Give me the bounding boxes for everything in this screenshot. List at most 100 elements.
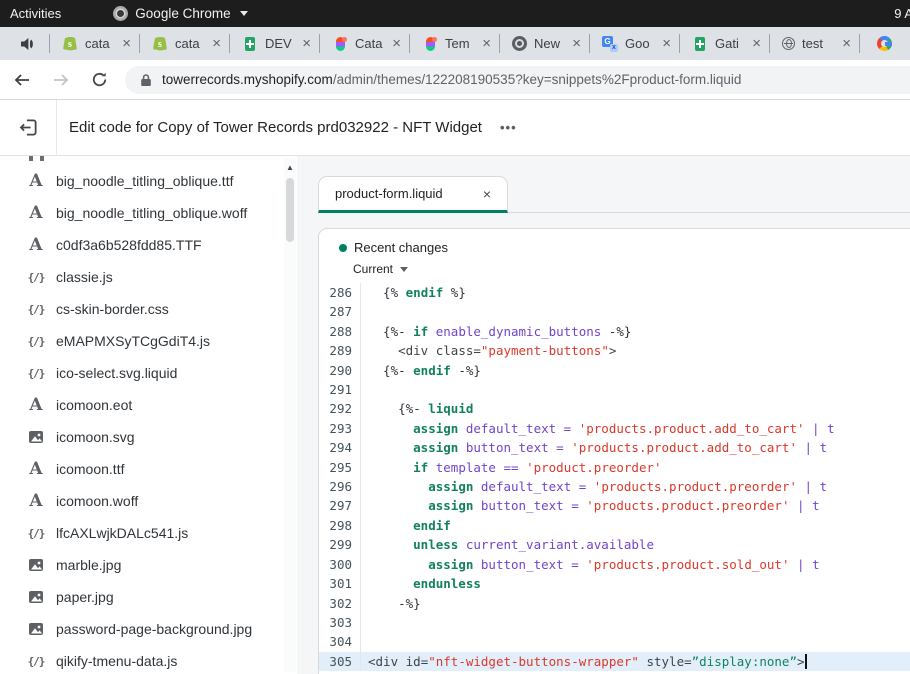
line-number[interactable]: 299 — [319, 535, 361, 554]
sheets-favicon — [692, 36, 708, 52]
code-line[interactable]: 295 if template == 'product.preorder' — [319, 458, 910, 477]
code-line[interactable]: 304 — [319, 632, 910, 651]
editor-tab-product-form[interactable]: product-form.liquid × — [318, 176, 508, 213]
file-item[interactable]: {/}ico-select.svg.liquid — [0, 357, 297, 389]
app-menu[interactable]: Google Chrome — [113, 6, 247, 21]
code-line[interactable]: 297 assign button_text = 'products.produ… — [319, 496, 910, 515]
tab-close-button[interactable]: × — [752, 36, 761, 51]
file-item[interactable]: Aicomoon.eot — [0, 389, 297, 421]
file-item[interactable]: {/}eMAPMXSyTCgGdiT4.js — [0, 325, 297, 357]
file-item[interactable]: password-page-background.jpg — [0, 613, 297, 645]
code-line[interactable]: 289 <div class="payment-buttons"> — [319, 341, 910, 360]
line-number[interactable]: 287 — [319, 302, 361, 321]
code-line[interactable]: 302 -%} — [319, 594, 910, 613]
line-number[interactable]: 300 — [319, 555, 361, 574]
tab-title: cata — [175, 36, 205, 51]
browser-tab[interactable]: Goo× — [589, 27, 679, 60]
line-number[interactable]: 305 — [319, 652, 361, 671]
reload-button[interactable] — [91, 71, 108, 88]
more-options-button[interactable]: ••• — [500, 120, 517, 135]
forward-button[interactable] — [52, 71, 70, 89]
tab-close-button[interactable]: × — [662, 36, 671, 51]
scroll-up-arrow-icon[interactable]: ▲ — [284, 158, 296, 172]
file-item[interactable]: Aicomoon.ttf — [0, 453, 297, 485]
file-item[interactable]: {/}classie.js — [0, 261, 297, 293]
browser-tab[interactable]: cata × — [139, 27, 229, 60]
file-item[interactable]: {/}qikify-tmenu-data.js — [0, 645, 297, 674]
line-number[interactable]: 298 — [319, 516, 361, 535]
version-label: Current — [353, 262, 393, 276]
code-line[interactable]: 286 {% endif %} — [319, 283, 910, 302]
editor-tab-close-button[interactable]: × — [483, 186, 491, 202]
browser-tab[interactable]: DEV× — [229, 27, 319, 60]
tab-close-button[interactable]: × — [122, 36, 131, 51]
line-number[interactable]: 292 — [319, 399, 361, 418]
figma-favicon — [332, 36, 348, 52]
font-file-icon: A — [26, 171, 46, 191]
tab-close-button[interactable]: × — [572, 36, 581, 51]
code-line[interactable]: 292 {%- liquid — [319, 399, 910, 418]
file-item[interactable]: marble.jpg — [0, 549, 297, 581]
scrollbar-thumb[interactable] — [286, 178, 294, 242]
shopify-favicon — [152, 36, 168, 52]
tab-close-button[interactable]: × — [212, 36, 221, 51]
url-input[interactable]: towerrecords.myshopify.com/admin/themes/… — [125, 66, 910, 94]
code-line[interactable]: 305<div id="nft-widget-buttons-wrapper" … — [319, 652, 910, 671]
editor-area: product-form.liquid × Recent changes Cur… — [318, 156, 910, 674]
file-item[interactable]: icomoon.svg — [0, 421, 297, 453]
file-item[interactable]: Abig_noodle_titling_oblique.woff — [0, 197, 297, 229]
code-editor[interactable]: 286 {% endif %}287288 {%- if enable_dyna… — [319, 283, 910, 674]
exit-code-editor-button[interactable] — [0, 100, 57, 155]
tab-close-button[interactable]: × — [842, 36, 851, 51]
line-number[interactable]: 286 — [319, 283, 361, 302]
code-line[interactable]: 291 — [319, 380, 910, 399]
line-number[interactable]: 296 — [319, 477, 361, 496]
speaker-icon[interactable] — [20, 37, 40, 51]
browser-tab[interactable]: test× — [769, 27, 859, 60]
tab-close-button[interactable]: × — [392, 36, 401, 51]
browser-tab[interactable] — [859, 27, 910, 60]
code-line[interactable]: 294 assign button_text = 'products.produ… — [319, 438, 910, 457]
file-item[interactable]: paper.jpg — [0, 581, 297, 613]
tab-close-button[interactable]: × — [482, 36, 491, 51]
code-line[interactable]: 287 — [319, 302, 910, 321]
code-line[interactable]: 299 unless current_variant.available — [319, 535, 910, 554]
line-number[interactable]: 297 — [319, 496, 361, 515]
code-line[interactable]: 303 — [319, 613, 910, 632]
line-number[interactable]: 288 — [319, 322, 361, 341]
code-text: assign button_text = 'products.product.s… — [361, 555, 820, 574]
line-number[interactable]: 295 — [319, 458, 361, 477]
file-item[interactable]: Ac0df3a6b528fdd85.TTF — [0, 229, 297, 261]
file-name: ico-select.svg.liquid — [56, 365, 177, 381]
line-number[interactable]: 293 — [319, 419, 361, 438]
line-number[interactable]: 302 — [319, 594, 361, 613]
file-item[interactable]: Abig_noodle_titling_oblique.ttf — [0, 165, 297, 197]
file-item[interactable]: Aicomoon.woff — [0, 485, 297, 517]
code-line[interactable]: 296 assign default_text = 'products.prod… — [319, 477, 910, 496]
code-line[interactable]: 300 assign button_text = 'products.produ… — [319, 555, 910, 574]
browser-tab[interactable]: cata× — [49, 27, 139, 60]
line-number[interactable]: 289 — [319, 341, 361, 360]
code-line[interactable]: 293 assign default_text = 'products.prod… — [319, 419, 910, 438]
code-line[interactable]: 298 endif — [319, 516, 910, 535]
line-number[interactable]: 301 — [319, 574, 361, 593]
tab-close-button[interactable]: × — [302, 36, 311, 51]
line-number[interactable]: 304 — [319, 632, 361, 651]
line-number[interactable]: 291 — [319, 380, 361, 399]
line-number[interactable]: 290 — [319, 361, 361, 380]
browser-tab[interactable]: Cata× — [319, 27, 409, 60]
sidebar-scrollbar[interactable]: ▲ — [284, 158, 296, 672]
file-item[interactable]: {/}cs-skin-border.css — [0, 293, 297, 325]
code-line[interactable]: 288 {%- if enable_dynamic_buttons -%} — [319, 322, 910, 341]
code-line[interactable]: 301 endunless — [319, 574, 910, 593]
code-line[interactable]: 290 {%- endif -%} — [319, 361, 910, 380]
version-dropdown[interactable]: Current — [353, 262, 910, 276]
browser-tab[interactable]: New× — [499, 27, 589, 60]
line-number[interactable]: 303 — [319, 613, 361, 632]
activities-button[interactable]: Activities — [10, 6, 61, 21]
browser-tab[interactable]: Tem× — [409, 27, 499, 60]
back-button[interactable] — [13, 71, 31, 89]
line-number[interactable]: 294 — [319, 438, 361, 457]
file-item[interactable]: {/}lfcAXLwjkDALc541.js — [0, 517, 297, 549]
browser-tab[interactable]: Gati× — [679, 27, 769, 60]
